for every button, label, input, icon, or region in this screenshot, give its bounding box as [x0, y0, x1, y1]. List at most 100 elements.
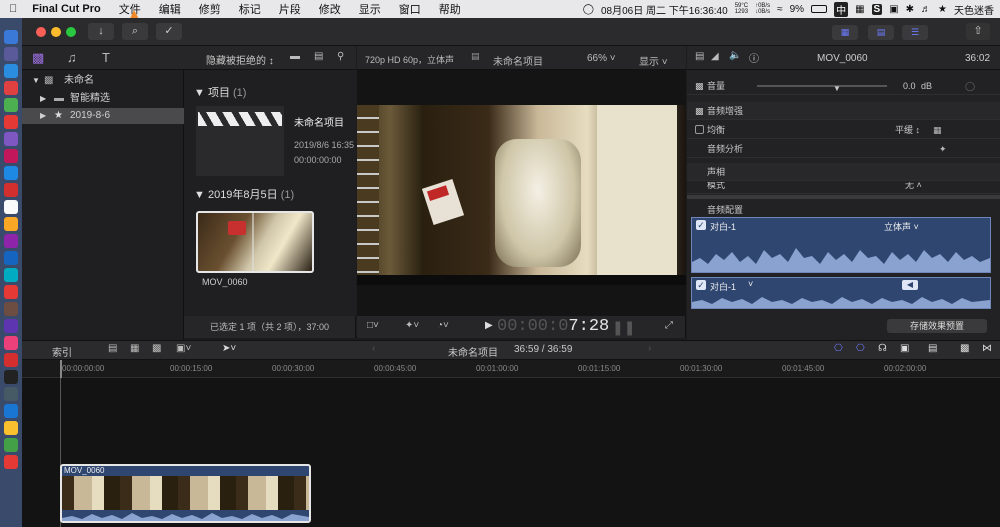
event-date-section-header[interactable]: ▼ 2019年8月5日 (1) — [194, 186, 294, 202]
search-icon[interactable]: ⚲ — [337, 51, 344, 62]
volume-slider-track[interactable] — [757, 85, 887, 87]
save-preset-button[interactable]: 存储效果预置 — [887, 319, 987, 333]
menu-edit[interactable]: 编辑 — [150, 1, 190, 17]
network-readout[interactable]: ↑0B/s ↓0B/s — [755, 3, 770, 15]
projects-section-header[interactable]: ▼ 项目 (1) — [194, 84, 246, 100]
app-icon-yellow[interactable] — [4, 217, 18, 231]
wechat-icon[interactable] — [4, 98, 18, 112]
audio-channel-1[interactable]: ✓ 对白-1 立体声 ˅ — [691, 217, 991, 273]
library-root[interactable]: ▼ ▩ 未命名 — [22, 73, 184, 89]
battery-icon[interactable] — [811, 5, 828, 13]
screen-record-icon[interactable]: ▣ — [889, 4, 898, 15]
menu-window[interactable]: 窗口 — [390, 1, 430, 17]
background-tasks-button[interactable]: ✓ — [156, 23, 182, 40]
channel2-checkbox[interactable]: ✓ — [696, 280, 706, 290]
volume-value[interactable]: 0.0 — [903, 77, 916, 95]
connect-clip-icon[interactable]: ▤ — [108, 343, 117, 354]
filmstrip-icon[interactable]: ▤ — [314, 51, 323, 62]
safari-icon[interactable] — [4, 64, 18, 78]
menu-help[interactable]: 帮助 — [430, 1, 470, 17]
volume-menu-icon[interactable]: ♬ — [921, 4, 931, 15]
finder-icon[interactable] — [4, 30, 18, 44]
bluetooth-icon[interactable]: ✱ — [906, 4, 914, 15]
video-frame[interactable] — [357, 105, 686, 285]
volume-slider-thumb[interactable]: ▼ — [833, 80, 841, 98]
chrome-icon[interactable] — [4, 115, 18, 129]
skimming-icon[interactable]: ⎔ — [834, 343, 843, 354]
eq-preset-dropdown[interactable]: 平缓 ↕ — [895, 121, 920, 139]
menu-view[interactable]: 显示 — [350, 1, 390, 17]
import-button[interactable]: ↓ — [88, 23, 114, 40]
zoom-window-button[interactable] — [66, 27, 76, 37]
sidebar-item-event[interactable]: ▶ ★ 2019-8-6 — [22, 108, 184, 124]
app-icon-blue[interactable] — [4, 166, 18, 180]
app-icon-navy[interactable] — [4, 251, 18, 265]
disclosure-right-icon[interactable]: ▶ — [40, 91, 46, 107]
channel1-mode-dropdown[interactable]: 立体声 ˅ — [884, 220, 919, 233]
project-thumbnail[interactable] — [196, 106, 284, 176]
magic-wand-icon[interactable]: ✦ — [939, 140, 947, 158]
zoom-dropdown[interactable]: 66% ˅ — [587, 53, 616, 64]
battery-percent[interactable]: 9% — [790, 4, 804, 15]
app-icon-cyan[interactable] — [4, 268, 18, 282]
timecode-display[interactable]: 00:00:07:28 — [497, 317, 609, 336]
select-tool-icon[interactable]: ➤˅ — [222, 343, 236, 354]
grid-menu-icon[interactable]: ▦ — [855, 4, 864, 15]
app-icon-red-3[interactable] — [4, 455, 18, 469]
reset-icon[interactable]: ◯ — [965, 77, 975, 95]
index-button[interactable]: 索引 — [52, 344, 72, 359]
play-icon[interactable]: ▶ — [485, 320, 493, 331]
star-icon[interactable]: ★ — [938, 4, 947, 15]
channel-badge-icon[interactable]: ◀ — [902, 280, 918, 290]
append-clip-icon[interactable]: ▩ — [152, 343, 161, 354]
filter-dropdown[interactable]: 隐藏被拒绝的 ↕ — [206, 52, 274, 67]
back-chevron-icon[interactable]: ‹ — [372, 343, 375, 354]
info-icon[interactable]: ⓘ — [749, 50, 759, 65]
menu-file[interactable]: 文件 — [110, 1, 150, 17]
disclosure-right-icon[interactable]: ▶ — [40, 108, 46, 124]
forward-chevron-icon[interactable]: › — [648, 343, 651, 354]
clip-appearance-icon[interactable]: ▬ — [290, 51, 300, 62]
app-icon-red-2[interactable] — [4, 285, 18, 299]
vivaldi-icon[interactable] — [4, 353, 18, 367]
channel1-checkbox[interactable]: ✓ — [696, 220, 706, 230]
photos-icon[interactable] — [4, 234, 18, 248]
video-inspector-icon[interactable]: ▤ — [695, 51, 704, 62]
audio-skimming-icon[interactable]: ⎔ — [856, 343, 865, 354]
audio-enhance-header[interactable]: ▩ 音频增强 — [687, 102, 1000, 120]
chevron-down-icon[interactable]: ˅ — [748, 279, 753, 289]
menu-mark[interactable]: 标记 — [230, 1, 270, 17]
app-icon-red[interactable] — [4, 81, 18, 95]
app-name[interactable]: Final Cut Pro — [26, 3, 109, 15]
snapping-icon[interactable]: ▣ — [900, 343, 909, 354]
share-button[interactable]: ⇧ — [966, 23, 990, 40]
final-cut-pro-icon[interactable] — [4, 319, 18, 333]
menu-clip[interactable]: 片段 — [270, 1, 310, 17]
apple-icon[interactable]:  — [0, 3, 26, 15]
app-icon-pink[interactable] — [4, 149, 18, 163]
clock[interactable]: 08月06日 周二 下午16:36:40 — [601, 2, 728, 17]
globe-icon[interactable]: ◯ — [583, 4, 594, 15]
insert-clip-icon[interactable]: ▦ — [130, 343, 139, 354]
wifi-icon[interactable]: ≈ — [777, 4, 783, 15]
transform-icon[interactable]: □˅ — [367, 320, 379, 331]
app-icon-blue-2[interactable] — [4, 404, 18, 418]
project-name[interactable]: 未命名项目 — [294, 114, 344, 129]
terminal-icon[interactable] — [4, 370, 18, 384]
notes-icon[interactable] — [4, 200, 18, 214]
app-icon-purple[interactable] — [4, 132, 18, 146]
pan-header[interactable]: 声相 — [687, 163, 1000, 181]
launchpad-icon[interactable] — [4, 47, 18, 61]
show-timeline-button[interactable]: ▤ — [868, 25, 894, 40]
sidebar-item-smart-collections[interactable]: ▶ ▬ 智能精选 — [22, 91, 184, 107]
close-window-button[interactable] — [36, 27, 46, 37]
display-dropdown[interactable]: 显示 ˅ — [639, 53, 668, 68]
key-button[interactable]: ⌕ — [122, 23, 148, 40]
minimize-window-button[interactable] — [51, 27, 61, 37]
pan-mode-dropdown[interactable]: 无 ˄ — [905, 182, 922, 193]
calendar-icon[interactable] — [4, 183, 18, 197]
eq-graph-icon[interactable]: ▦ — [933, 121, 942, 139]
splitter[interactable] — [687, 195, 1000, 199]
photos-audio-icon[interactable]: ♫ — [67, 50, 77, 65]
solo-headphones-icon[interactable]: ☊ — [878, 343, 887, 354]
